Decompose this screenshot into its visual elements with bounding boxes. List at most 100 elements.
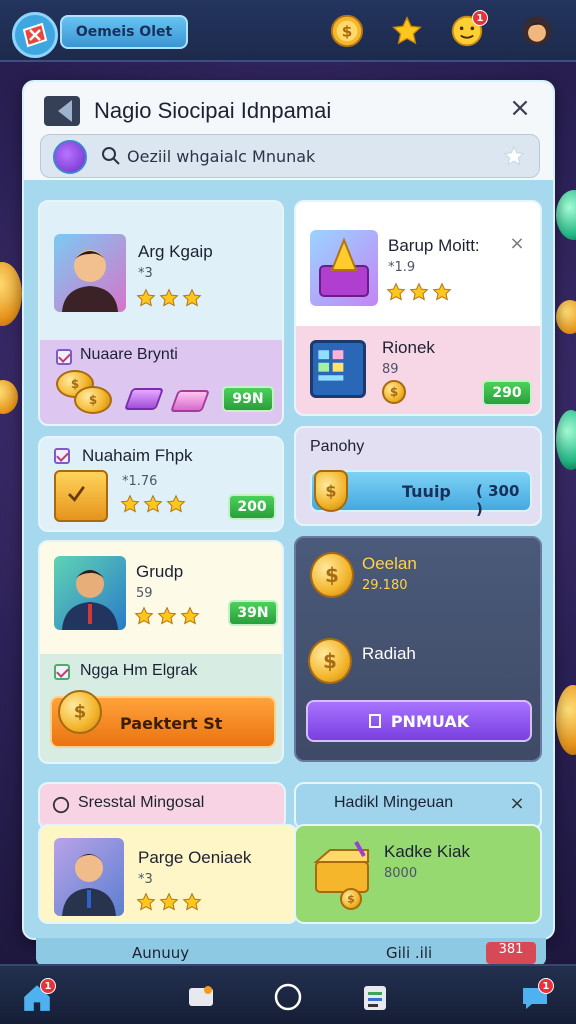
tablet-icon bbox=[310, 340, 366, 398]
card-panohy[interactable]: Panohy Tuuip ( 300 ) bbox=[294, 426, 542, 526]
card-parge[interactable]: Parge Oeniaek *3 bbox=[38, 824, 298, 924]
profile-pill[interactable]: Oemeis Olet bbox=[60, 15, 188, 49]
star-icon bbox=[120, 494, 140, 513]
star-icon bbox=[386, 282, 406, 301]
deco-coin-right-2 bbox=[556, 300, 576, 334]
price-button[interactable]: 290 bbox=[482, 380, 532, 406]
main-panel: Nagio Siocipai Idnpamai × Oeziil whgaial… bbox=[22, 80, 555, 940]
card-arg[interactable]: Arg Kgaip *3 Nuaare Brynti 99N bbox=[38, 200, 284, 426]
card-kadke[interactable]: Kadke Kiak 8000 bbox=[294, 824, 542, 924]
coin-icon bbox=[74, 386, 112, 414]
pnmuak-button[interactable]: PNMUAK bbox=[306, 700, 532, 742]
card-rionek-name: Rionek bbox=[382, 338, 435, 357]
card-nuahaim-sub: *1.76 bbox=[122, 474, 158, 489]
nav-messages-icon[interactable] bbox=[184, 980, 218, 1014]
card-rionek[interactable]: Rionek 89 290 bbox=[296, 326, 540, 414]
card-barup-stars bbox=[386, 282, 452, 302]
checkbox[interactable] bbox=[54, 664, 70, 680]
peek-right-label: Gili .ili bbox=[386, 944, 433, 962]
nav-chat-icon[interactable]: 1 bbox=[518, 978, 554, 1014]
card-arg-name: Arg Kgaip bbox=[138, 242, 213, 261]
avatar bbox=[54, 556, 126, 630]
app-logo-icon[interactable] bbox=[12, 12, 58, 58]
card-barup-sub: *1.9 bbox=[388, 260, 416, 275]
card-sresstal-label: Sresstal Mingosal bbox=[78, 794, 205, 811]
search-bar[interactable]: Oeziil whgaialc Mnunak bbox=[40, 134, 540, 178]
nav-home-icon[interactable]: 1 bbox=[20, 978, 56, 1014]
svg-text:$: $ bbox=[342, 23, 353, 41]
star-icon bbox=[180, 606, 200, 625]
paektert-label: Paektert St bbox=[120, 714, 223, 733]
card-arg-stars bbox=[136, 288, 202, 308]
nav-tasks-icon[interactable] bbox=[358, 980, 392, 1014]
panel-logo-icon bbox=[44, 96, 80, 126]
coin-icon bbox=[58, 690, 102, 734]
card-parge-stars bbox=[136, 892, 202, 912]
close-icon[interactable]: × bbox=[507, 95, 533, 122]
card-oeelan-name: Oeelan bbox=[362, 554, 417, 573]
checkbox[interactable] bbox=[56, 349, 72, 365]
close-icon[interactable]: × bbox=[504, 232, 530, 258]
favorite-star-icon[interactable] bbox=[503, 145, 525, 167]
chat-badge: 1 bbox=[538, 978, 554, 994]
notification-badge: 1 bbox=[472, 10, 488, 26]
star-icon bbox=[182, 288, 202, 307]
gem-icon bbox=[123, 388, 165, 410]
card-nuahaim[interactable]: Nuahaim Fhpk *1.76 200 bbox=[38, 436, 284, 532]
card-barup[interactable]: Barup Moitt: × *1.9 Rionek 89 290 bbox=[294, 200, 542, 416]
deco-coin-left-1 bbox=[0, 262, 22, 326]
user-avatar-icon[interactable] bbox=[518, 12, 556, 50]
card-grudp-sub: 59 bbox=[136, 586, 153, 601]
avatar bbox=[54, 838, 124, 916]
gem-icon bbox=[169, 390, 211, 412]
star-icon bbox=[159, 892, 179, 911]
card-ngga[interactable]: Ngga Hm Elgrak Paektert St bbox=[40, 654, 282, 762]
star-icon bbox=[166, 494, 186, 513]
top-bar: Oemeis Olet $ 1 bbox=[0, 0, 576, 62]
tuuip-button[interactable]: Tuuip ( 300 ) bbox=[310, 470, 532, 518]
tuuip-value: ( 300 ) bbox=[476, 482, 520, 518]
card-grudp-name: Grudp bbox=[136, 562, 184, 581]
panel-title: Nagio Siocipai Idnpamai bbox=[94, 98, 332, 123]
close-icon[interactable]: × bbox=[504, 792, 530, 818]
star-icon[interactable] bbox=[388, 12, 426, 50]
coin-icon[interactable]: $ bbox=[328, 12, 366, 50]
coin-icon bbox=[382, 380, 406, 404]
card-panohy-label: Panohy bbox=[310, 438, 365, 455]
star-icon bbox=[409, 282, 429, 301]
card-nuahaim-name: Nuahaim Fhpk bbox=[82, 446, 193, 465]
card-grudp[interactable]: Grudp 59 39N Ngga Hm Elgrak Paektert St bbox=[38, 540, 284, 764]
card-hadikl-label: Hadikl Mingeuan bbox=[334, 794, 454, 811]
card-hadikl[interactable]: Hadikl Mingeuan × bbox=[294, 782, 542, 830]
card-rionek-sub: 89 bbox=[382, 362, 399, 377]
price-button[interactable]: 39N bbox=[228, 600, 278, 626]
card-oeelan[interactable]: Oeelan 29.180 Radiah PNMUAK bbox=[294, 536, 542, 762]
shield-icon bbox=[314, 470, 348, 512]
price-button[interactable]: 99N bbox=[222, 386, 274, 412]
search-avatar-icon bbox=[53, 140, 87, 174]
emoji-notification-icon[interactable]: 1 bbox=[448, 10, 488, 50]
deco-gem-right-1 bbox=[556, 190, 576, 240]
search-input[interactable]: Oeziil whgaialc Mnunak bbox=[127, 147, 315, 166]
card-arg-label: Nuaare Brynti bbox=[80, 346, 178, 363]
peek-price: 381 bbox=[486, 942, 536, 964]
checkbox[interactable] bbox=[54, 448, 70, 464]
pnmuak-label: PNMUAK bbox=[390, 711, 470, 731]
card-oeelan-radiah: Radiah bbox=[362, 644, 416, 663]
star-icon bbox=[182, 892, 202, 911]
card-arg-sub: *3 bbox=[138, 266, 153, 281]
chest-icon bbox=[310, 838, 376, 898]
deco-gem-right-2 bbox=[556, 410, 576, 470]
card-nuahaim-stars bbox=[120, 494, 186, 514]
deco-coin-left-2 bbox=[0, 380, 18, 414]
card-barup-name: Barup Moitt: bbox=[388, 236, 480, 255]
price-button[interactable]: 200 bbox=[228, 494, 276, 520]
star-icon bbox=[159, 288, 179, 307]
card-oeelan-value: 29.180 bbox=[362, 578, 408, 593]
card-kadke-sub: 8000 bbox=[384, 866, 418, 881]
nav-center-icon[interactable] bbox=[271, 980, 305, 1014]
star-icon bbox=[432, 282, 452, 301]
paektert-button[interactable]: Paektert St bbox=[50, 690, 276, 748]
star-icon bbox=[136, 892, 156, 911]
card-sresstal[interactable]: Sresstal Mingosal bbox=[38, 782, 286, 830]
